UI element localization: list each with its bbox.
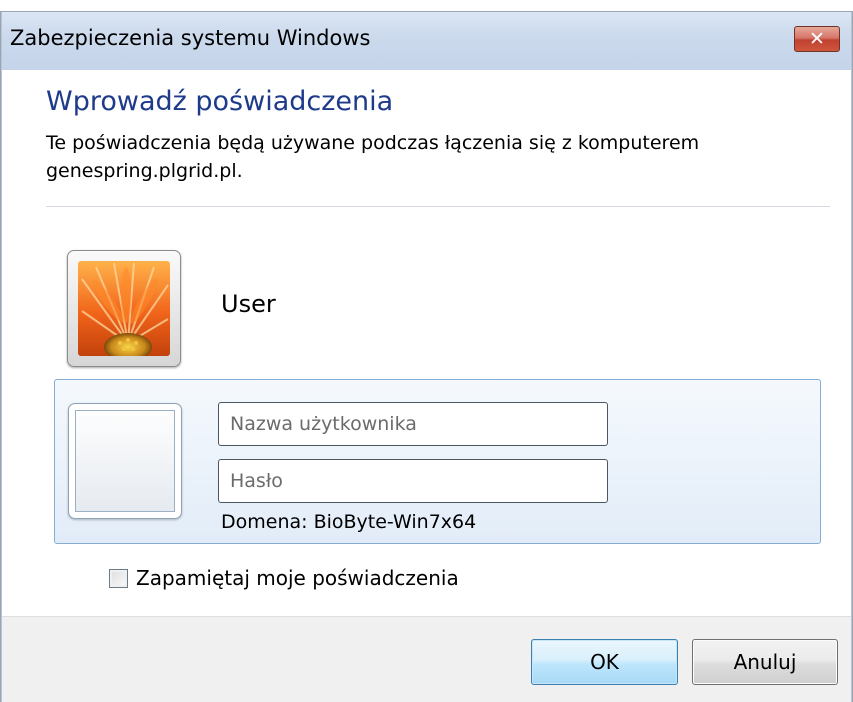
saved-user-tile[interactable] <box>67 250 181 367</box>
domain-label: Domena: BioByte-Win7x64 <box>221 511 477 533</box>
close-icon: ✕ <box>809 28 825 50</box>
description-line-1: Te poświadczenia będą używane podczas łą… <box>46 132 700 154</box>
dialog-description: Te poświadczenia będą używane podczas łą… <box>46 129 806 185</box>
cancel-button[interactable]: Anuluj <box>692 639 838 685</box>
saved-user-name[interactable]: User <box>221 290 276 318</box>
remember-checkbox[interactable] <box>109 568 128 588</box>
window-title: Zabezpieczenia systemu Windows <box>10 26 371 50</box>
flower-avatar-icon <box>78 261 170 356</box>
separator <box>46 206 830 207</box>
password-input[interactable] <box>218 459 608 503</box>
username-input[interactable] <box>218 402 608 446</box>
dialog-heading: Wprowadź poświadczenia <box>46 86 394 117</box>
close-button[interactable]: ✕ <box>794 26 840 52</box>
blank-user-tile-icon <box>68 403 182 519</box>
ok-button[interactable]: OK <box>531 639 678 685</box>
remember-credentials-option[interactable]: Zapamiętaj moje poświadczenia <box>109 566 459 590</box>
remember-label[interactable]: Zapamiętaj moje poświadczenia <box>136 566 459 590</box>
description-line-2: genespring.plgrid.pl. <box>46 160 243 182</box>
